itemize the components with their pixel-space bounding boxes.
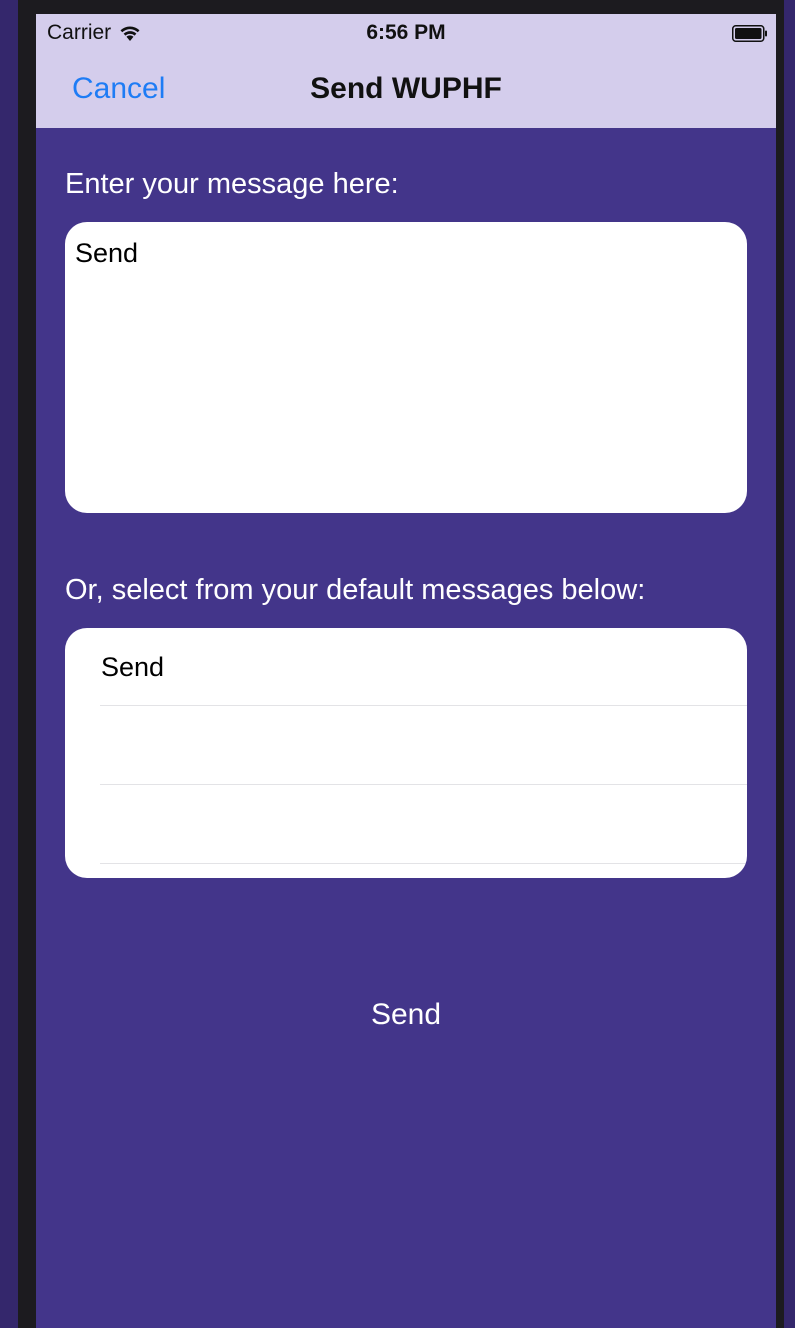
- default-messages-label: Or, select from your default messages be…: [65, 574, 646, 606]
- default-messages-list: Send: [65, 628, 747, 878]
- list-item[interactable]: Send: [65, 628, 747, 706]
- list-item[interactable]: [65, 707, 747, 785]
- row-divider: [100, 863, 747, 864]
- message-text-area[interactable]: Send: [65, 222, 747, 513]
- row-divider: [100, 705, 747, 706]
- status-bar: Carrier 6:56 PM: [36, 14, 776, 54]
- desktop-background: Carrier 6:56 PM Cancel Send WUPHF Enter …: [0, 0, 795, 1328]
- list-item-label: Send: [101, 652, 165, 682]
- battery-icon: [732, 25, 767, 42]
- page-title: Send WUPHF: [310, 72, 502, 105]
- status-time: 6:56 PM: [366, 21, 446, 44]
- navigation-bar: Cancel Send WUPHF: [36, 54, 776, 128]
- message-prompt-label: Enter your message here:: [65, 168, 399, 200]
- send-button[interactable]: Send: [36, 998, 776, 1032]
- app-screen: Carrier 6:56 PM Cancel Send WUPHF Enter …: [36, 14, 776, 1328]
- list-item[interactable]: [65, 786, 747, 864]
- row-divider: [100, 784, 747, 785]
